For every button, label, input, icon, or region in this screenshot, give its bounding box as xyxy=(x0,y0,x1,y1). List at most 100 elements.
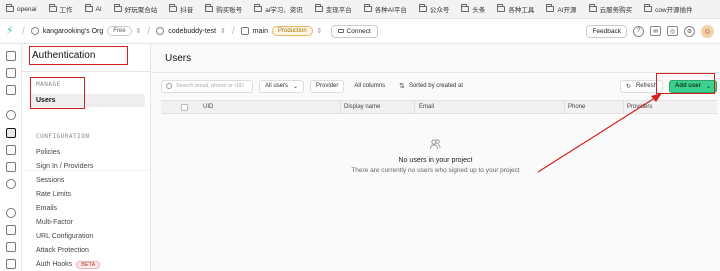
table-editor-icon[interactable] xyxy=(6,68,16,78)
inbox-icon[interactable]: ✉ xyxy=(650,26,661,36)
storage-icon[interactable] xyxy=(6,145,16,155)
beta-badge: BETA xyxy=(76,261,101,269)
users-toolbar: All users ⌄ Provider All columns ⇅ Sorte… xyxy=(161,78,717,94)
advisors-icon[interactable] xyxy=(6,208,16,218)
bookmark-item[interactable]: 工作 xyxy=(48,4,73,14)
folder-icon xyxy=(84,4,93,12)
sidebar-item-attack-protection[interactable]: Attack Protection xyxy=(36,247,89,254)
select-all-checkbox[interactable] xyxy=(181,104,188,111)
page-title: Users xyxy=(165,53,192,64)
folder-icon xyxy=(6,4,14,12)
provider-filter-button[interactable]: Provider xyxy=(310,79,345,93)
realtime-icon[interactable] xyxy=(6,179,16,189)
divider xyxy=(22,71,151,72)
folder-icon xyxy=(169,4,178,12)
folder-icon xyxy=(588,4,597,12)
users-icon xyxy=(430,139,441,150)
annotation-box xyxy=(656,73,715,94)
bookmark-item[interactable]: AI xyxy=(84,4,102,13)
sql-editor-icon[interactable] xyxy=(6,85,16,95)
bookmark-item[interactable]: ai学习、资讯 xyxy=(254,4,303,14)
nav-separator: / xyxy=(22,25,25,37)
plan-badge: Free xyxy=(107,26,132,36)
avatar[interactable]: ☺ xyxy=(701,24,714,38)
help-icon[interactable]: ? xyxy=(633,25,644,37)
column-separator xyxy=(623,101,624,113)
settings-icon[interactable]: ⚙ xyxy=(684,25,695,37)
auth-icon[interactable] xyxy=(6,128,16,138)
bookmark-item[interactable]: 云服务购买 xyxy=(588,4,632,14)
divider xyxy=(151,72,720,73)
search-icon xyxy=(166,83,172,89)
annotation-box xyxy=(30,77,85,109)
bookmark-item[interactable]: AI开源 xyxy=(546,4,577,14)
bookmark-item[interactable]: 公众号 xyxy=(418,4,449,14)
environment-badge: Production xyxy=(271,26,313,36)
bookmark-item[interactable]: 各种工具 xyxy=(497,4,534,14)
project-switcher[interactable]: codebuddy-test ⇕ xyxy=(156,27,226,35)
folder-icon xyxy=(644,4,653,12)
bookmark-item[interactable]: 购买账号 xyxy=(205,4,242,14)
bookmark-item[interactable]: 变现平台 xyxy=(314,4,352,14)
org-icon xyxy=(30,27,39,35)
plug-icon xyxy=(337,29,344,33)
auth-sidebar: Authentication MANAGE Users CONFIGURATIO… xyxy=(22,44,151,271)
org-switcher[interactable]: kangarooking's Org Free ⇕ xyxy=(30,26,142,36)
home-icon[interactable] xyxy=(6,51,16,61)
folder-icon xyxy=(113,4,122,12)
sidebar-item-policies[interactable]: Policies xyxy=(36,149,60,156)
icon-rail xyxy=(0,44,22,271)
supabase-logo-icon[interactable]: ⚡ xyxy=(6,25,16,37)
reports-icon[interactable] xyxy=(6,225,16,235)
bookmark-item[interactable]: 各种AI平台 xyxy=(363,4,407,14)
project-icon xyxy=(156,27,165,35)
logs-icon[interactable] xyxy=(6,242,16,252)
database-icon[interactable] xyxy=(6,110,16,120)
search-box xyxy=(161,79,253,93)
folder-icon xyxy=(314,4,323,12)
chevron-down-icon: ⌄ xyxy=(293,83,299,90)
user-filter-select[interactable]: All users ⌄ xyxy=(259,79,305,93)
api-docs-icon[interactable] xyxy=(6,259,16,269)
chevron-updown-icon: ⇕ xyxy=(316,28,323,35)
connect-button[interactable]: Connect xyxy=(330,24,378,38)
sidebar-item-sign-in-providers[interactable]: Sign In / Providers xyxy=(36,163,93,170)
sidebar-item-rate-limits[interactable]: Rate Limits xyxy=(36,191,71,198)
bookmark-item[interactable]: openai xyxy=(6,4,37,13)
column-header-uid: UID xyxy=(203,104,214,110)
sidebar-item-multi-factor[interactable]: Multi-Factor xyxy=(36,219,73,226)
folder-icon xyxy=(363,4,372,12)
section-label-configuration: CONFIGURATION xyxy=(36,133,90,140)
annotation-box xyxy=(29,46,128,65)
folder-icon xyxy=(546,4,555,12)
sort-icon: ⇅ xyxy=(399,83,405,90)
bookmarks-bar: openai 工作 AI 好玩聚合站 抖音 购买账号 ai学习、资讯 变现平台 … xyxy=(0,0,720,19)
assistant-icon[interactable]: ◎ xyxy=(667,26,678,36)
chevron-updown-icon: ⇕ xyxy=(135,28,142,35)
sidebar-item-url-configuration[interactable]: URL Configuration xyxy=(36,233,93,240)
branch-switcher[interactable]: main Production ⇕ xyxy=(240,26,323,36)
divider xyxy=(22,170,151,171)
chevron-updown-icon: ⇕ xyxy=(220,28,227,35)
bookmark-item[interactable]: 头条 xyxy=(461,4,485,14)
column-header-providers: Providers xyxy=(627,104,653,110)
branch-icon xyxy=(240,27,249,35)
nav-separator: / xyxy=(147,25,151,37)
empty-state-subtitle: There are currently no users who signed … xyxy=(351,167,520,174)
sidebar-item-emails[interactable]: Emails xyxy=(36,205,57,212)
search-input[interactable] xyxy=(176,83,252,89)
columns-button[interactable]: All columns xyxy=(350,80,389,93)
bookmark-item[interactable]: cow开源插件 xyxy=(644,4,693,14)
sidebar-item-auth-hooks[interactable]: Auth Hooks BETA xyxy=(36,261,101,269)
edge-functions-icon[interactable] xyxy=(6,162,16,172)
folder-icon xyxy=(461,4,470,12)
feedback-button[interactable]: Feedback xyxy=(586,24,627,38)
column-separator xyxy=(340,101,341,113)
refresh-icon: ↻ xyxy=(625,83,631,90)
column-separator xyxy=(414,101,415,113)
bookmark-item[interactable]: 好玩聚合站 xyxy=(113,4,157,14)
top-nav: ⚡ / kangarooking's Org Free ⇕ / codebudd… xyxy=(0,19,720,44)
sort-button[interactable]: ⇅ Sorted by created at xyxy=(395,80,467,93)
bookmark-item[interactable]: 抖音 xyxy=(169,4,193,14)
sidebar-item-sessions[interactable]: Sessions xyxy=(36,177,64,184)
